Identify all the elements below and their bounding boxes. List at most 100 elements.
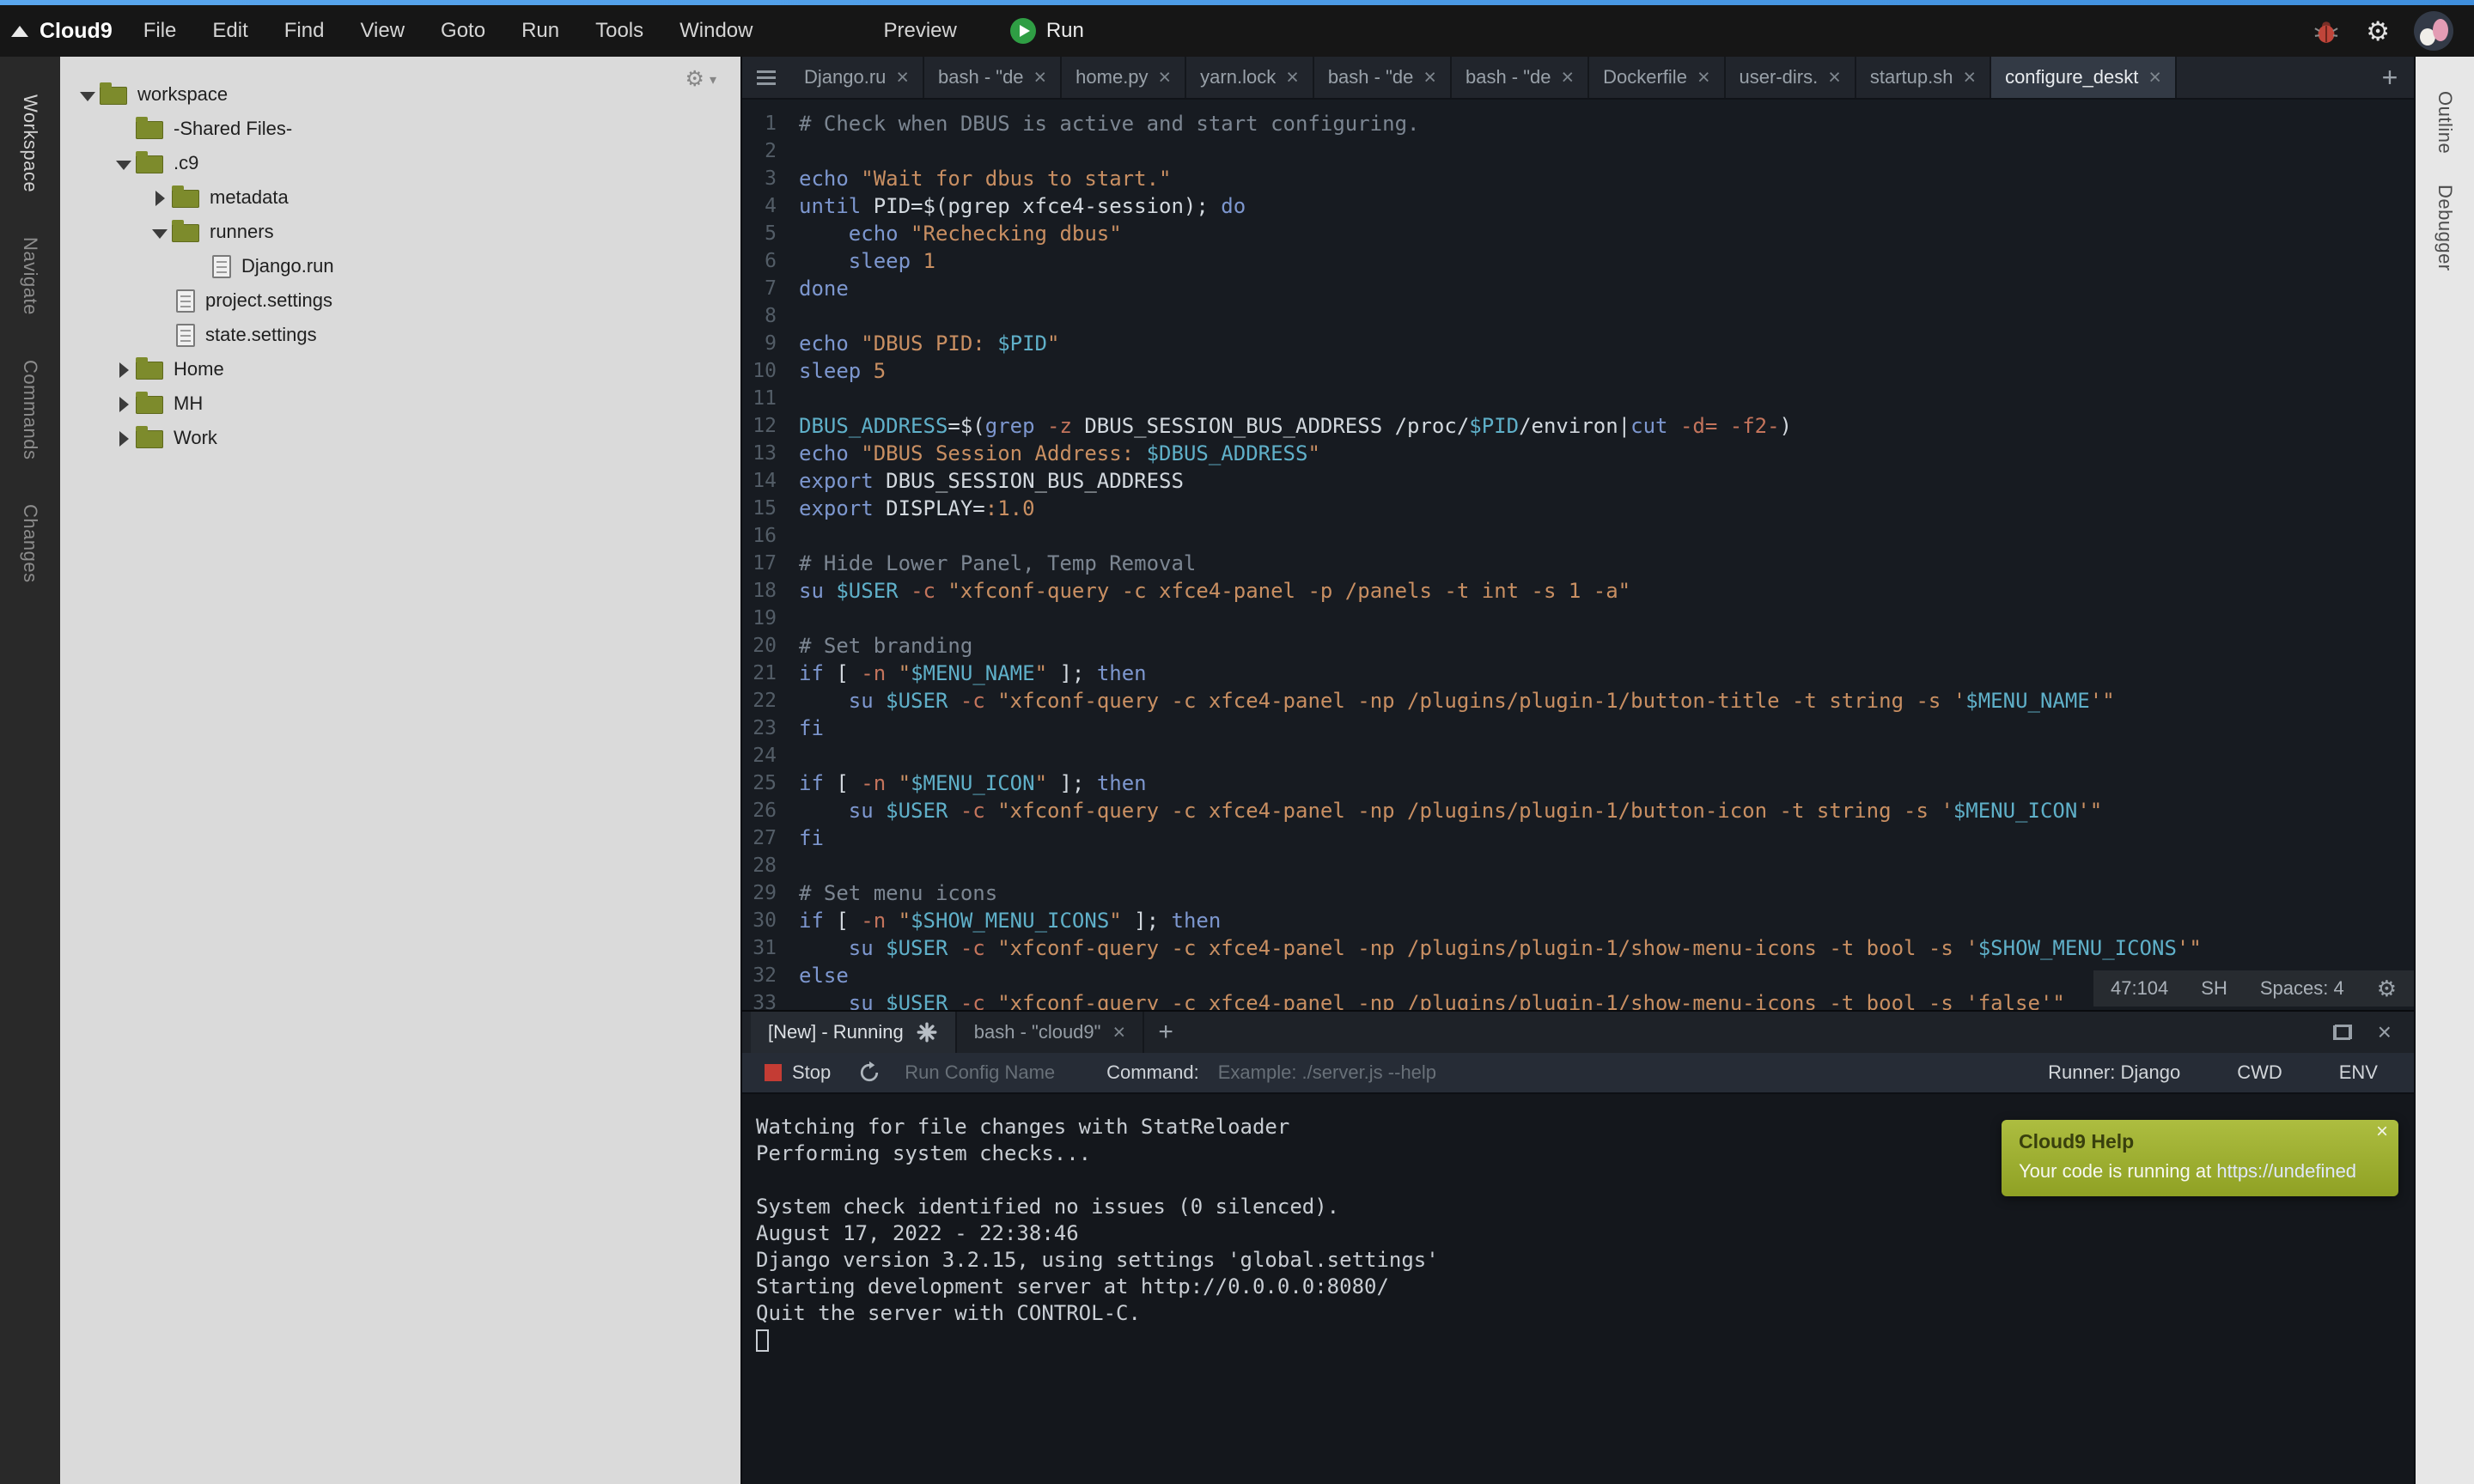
app-logo[interactable]: Cloud9	[40, 19, 113, 44]
rail-tab-navigate[interactable]: Navigate	[19, 237, 41, 315]
tab-close-icon[interactable]: ×	[1159, 67, 1172, 88]
user-avatar[interactable]	[2414, 11, 2453, 51]
tab-list-button[interactable]	[742, 57, 790, 98]
code-line[interactable]: 27fi	[742, 824, 2414, 852]
tree-item-runners[interactable]: runners	[60, 215, 740, 249]
maximize-panel-icon[interactable]	[2333, 1025, 2352, 1040]
code-line[interactable]: 22 su $USER -c "xfconf-query -c xfce4-pa…	[742, 687, 2414, 715]
rail-tab-commands[interactable]: Commands	[19, 360, 41, 459]
editor-tab-dockerfile[interactable]: Dockerfile×	[1589, 57, 1725, 98]
disclosure-closed-icon[interactable]	[112, 360, 136, 379]
code-line[interactable]: 26 su $USER -c "xfconf-query -c xfce4-pa…	[742, 797, 2414, 824]
editor-tab-configure-deskt[interactable]: configure_deskt×	[1991, 57, 2177, 98]
menu-find[interactable]: Find	[284, 19, 325, 43]
rail-tab-debugger[interactable]: Debugger	[2434, 185, 2456, 271]
code-line[interactable]: 10sleep 5	[742, 357, 2414, 385]
run-button[interactable]: Run	[1010, 18, 1084, 44]
editor-tab-bash-de[interactable]: bash - "de×	[924, 57, 1062, 98]
tree-item-workspace[interactable]: workspace	[60, 77, 740, 112]
new-tab-button[interactable]: +	[2366, 57, 2414, 98]
tab-close-icon[interactable]: ×	[1963, 67, 1976, 88]
toast-close-icon[interactable]: ×	[2376, 1122, 2388, 1142]
disclosure-open-icon[interactable]	[76, 85, 100, 104]
menu-goto[interactable]: Goto	[441, 19, 485, 43]
code-line[interactable]: 21if [ -n "$MENU_NAME" ]; then	[742, 660, 2414, 687]
menu-view[interactable]: View	[360, 19, 405, 43]
tree-item-home[interactable]: Home	[60, 352, 740, 386]
tab-close-icon[interactable]: ×	[1286, 67, 1299, 88]
code-line[interactable]: 31 su $USER -c "xfconf-query -c xfce4-pa…	[742, 934, 2414, 962]
tab-close-icon[interactable]: ×	[1112, 1022, 1125, 1043]
code-line[interactable]: 8	[742, 302, 2414, 330]
code-line[interactable]: 14export DBUS_SESSION_BUS_ADDRESS	[742, 467, 2414, 495]
code-line[interactable]: 28	[742, 852, 2414, 879]
code-line[interactable]: 23fi	[742, 715, 2414, 742]
tree-item-metadata[interactable]: metadata	[60, 180, 740, 215]
spaces-setting[interactable]: Spaces: 4	[2260, 977, 2344, 1000]
rail-tab-changes[interactable]: Changes	[19, 504, 41, 583]
code-line[interactable]: 4until PID=$(pgrep xfce4-session); do	[742, 192, 2414, 220]
editor-tab-yarn-lock[interactable]: yarn.lock×	[1186, 57, 1314, 98]
code-line[interactable]: 16	[742, 522, 2414, 550]
tab-close-icon[interactable]: ×	[1034, 67, 1047, 88]
toast-link[interactable]: https://undefined	[2216, 1160, 2356, 1182]
code-line[interactable]: 9echo "DBUS PID: $PID"	[742, 330, 2414, 357]
disclosure-open-icon[interactable]	[112, 154, 136, 173]
editor-settings-gear-icon[interactable]: ⚙	[2377, 977, 2397, 1000]
code-line[interactable]: 24	[742, 742, 2414, 769]
menu-edit[interactable]: Edit	[212, 19, 247, 43]
code-line[interactable]: 5 echo "Rechecking dbus"	[742, 220, 2414, 247]
menu-run[interactable]: Run	[521, 19, 559, 43]
code-line[interactable]: 3echo "Wait for dbus to start."	[742, 165, 2414, 192]
editor-tab-bash-de[interactable]: bash - "de×	[1314, 57, 1452, 98]
code-line[interactable]: 1# Check when DBUS is active and start c…	[742, 110, 2414, 137]
editor-tab-user-dirs[interactable]: user-dirs.×	[1726, 57, 1856, 98]
editor-tab-home-py[interactable]: home.py×	[1062, 57, 1186, 98]
tree-item-mh[interactable]: MH	[60, 386, 740, 421]
tab-close-icon[interactable]: ×	[896, 67, 909, 88]
code-line[interactable]: 20# Set branding	[742, 632, 2414, 660]
code-line[interactable]: 13echo "DBUS Session Address: $DBUS_ADDR…	[742, 440, 2414, 467]
collapse-menu-arrow[interactable]	[0, 26, 40, 37]
tab-close-icon[interactable]: ×	[2148, 67, 2161, 88]
syntax-mode[interactable]: SH	[2201, 977, 2227, 1000]
code-line[interactable]: 6 sleep 1	[742, 247, 2414, 275]
env-button[interactable]: ENV	[2339, 1061, 2378, 1084]
run-config-dropdown[interactable]: Run Config Name	[905, 1061, 1055, 1084]
disclosure-closed-icon[interactable]	[112, 429, 136, 447]
tab-close-icon[interactable]: ×	[1562, 67, 1575, 88]
menu-window[interactable]: Window	[679, 19, 753, 43]
restart-button[interactable]	[856, 1060, 882, 1086]
command-input[interactable]	[1218, 1061, 1699, 1084]
runner-selector[interactable]: Runner: Django	[2048, 1061, 2180, 1084]
tree-item-project-settings[interactable]: project.settings	[60, 283, 740, 318]
rail-tab-outline[interactable]: Outline	[2434, 91, 2456, 154]
code-line[interactable]: 11	[742, 385, 2414, 412]
disclosure-closed-icon[interactable]	[148, 188, 172, 207]
code-line[interactable]: 7done	[742, 275, 2414, 302]
code-editor[interactable]: 1# Check when DBUS is active and start c…	[742, 100, 2414, 1010]
editor-tab-startup-sh[interactable]: startup.sh×	[1856, 57, 1991, 98]
code-line[interactable]: 2	[742, 137, 2414, 165]
stop-button[interactable]: Stop	[792, 1061, 831, 1084]
settings-gear-icon[interactable]: ⚙	[2366, 18, 2390, 45]
tree-item-work[interactable]: Work	[60, 421, 740, 455]
cursor-position[interactable]: 47:104	[2111, 977, 2168, 1000]
editor-tab-bash-de[interactable]: bash - "de×	[1452, 57, 1589, 98]
code-line[interactable]: 19	[742, 605, 2414, 632]
new-console-tab-button[interactable]: +	[1144, 1012, 1187, 1053]
disclosure-closed-icon[interactable]	[112, 394, 136, 413]
rail-tab-workspace[interactable]: Workspace	[19, 94, 41, 192]
disclosure-open-icon[interactable]	[148, 222, 172, 241]
console-tab-bash-cloud9[interactable]: bash - "cloud9"×	[957, 1012, 1144, 1053]
tree-item-c9[interactable]: .c9	[60, 146, 740, 180]
cwd-button[interactable]: CWD	[2237, 1061, 2282, 1084]
code-line[interactable]: 12DBUS_ADDRESS=$(grep -z DBUS_SESSION_BU…	[742, 412, 2414, 440]
code-line[interactable]: 15export DISPLAY=:1.0	[742, 495, 2414, 522]
code-line[interactable]: 17# Hide Lower Panel, Temp Removal	[742, 550, 2414, 577]
tab-close-icon[interactable]: ×	[1697, 67, 1710, 88]
close-panel-icon[interactable]: ×	[2378, 1020, 2392, 1044]
tree-item-shared-files[interactable]: -Shared Files-	[60, 112, 740, 146]
menu-tools[interactable]: Tools	[595, 19, 643, 43]
tree-item-django-run[interactable]: Django.run	[60, 249, 740, 283]
